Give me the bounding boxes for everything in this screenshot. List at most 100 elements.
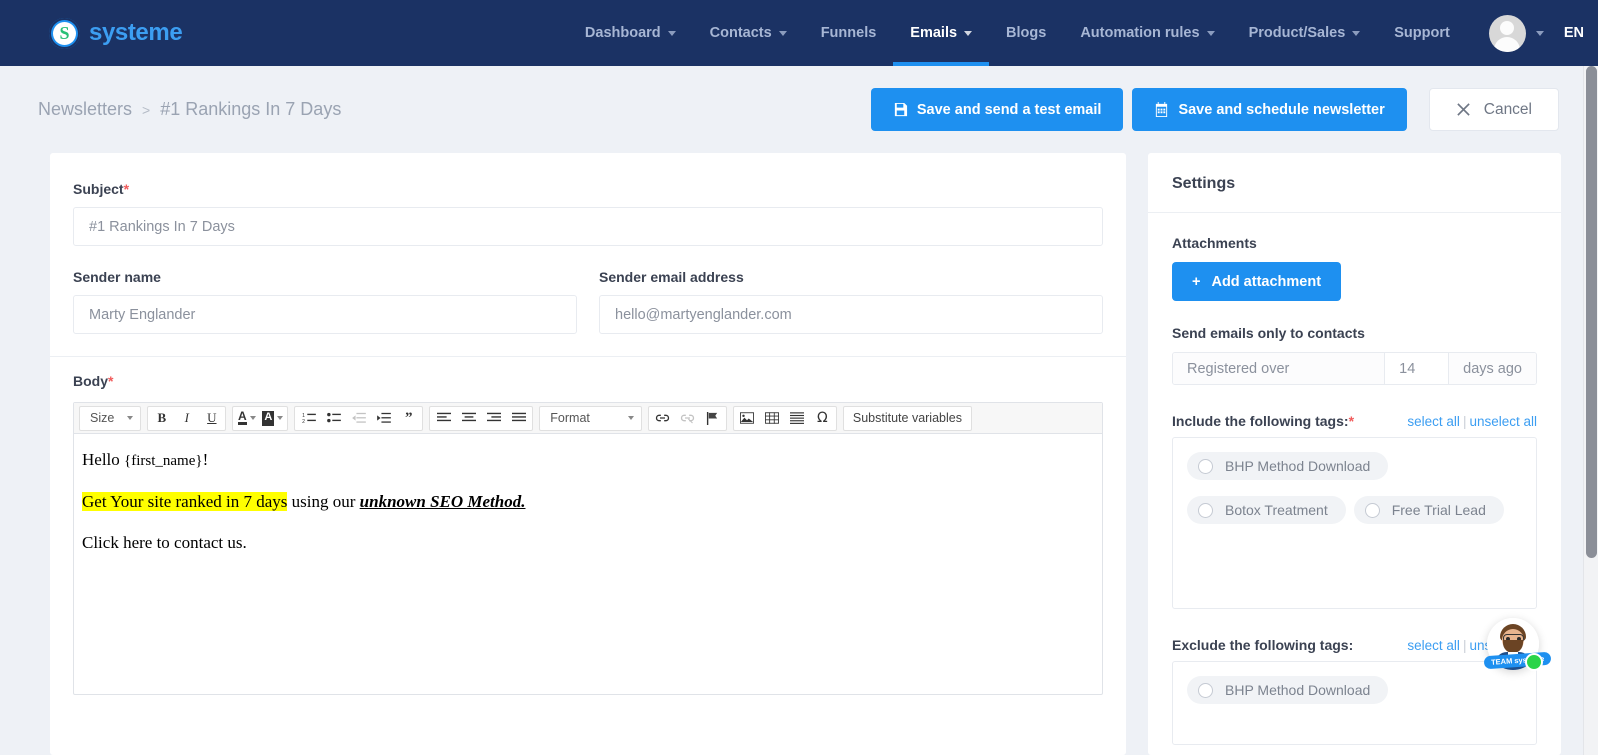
newsletter-fields: Subject* Sender name Sender email addres…	[50, 153, 1126, 695]
sender-name-input[interactable]	[73, 295, 577, 334]
italic-icon[interactable]: I	[174, 407, 199, 430]
button-label: Cancel	[1483, 100, 1532, 118]
button-label: Add attachment	[1211, 273, 1322, 290]
tag-pill[interactable]: Botox Treatment	[1187, 496, 1346, 524]
avatar[interactable]	[1488, 14, 1526, 52]
toolbar-group-substitute: Substitute variables	[842, 405, 972, 431]
radio-icon[interactable]	[1364, 502, 1380, 518]
bulleted-list-icon[interactable]	[321, 407, 346, 430]
insert-table-icon[interactable]	[760, 407, 785, 430]
chevron-down-icon	[627, 416, 634, 420]
select-all-include-link[interactable]: select all	[1407, 414, 1460, 429]
breadcrumb-parent-link[interactable]: Newsletters	[38, 99, 132, 120]
editor-content-area[interactable]: Hello {first_name}! Get Your site ranked…	[74, 434, 1102, 694]
horizontal-rule-icon[interactable]	[785, 407, 810, 430]
scrollbar-thumb[interactable]	[1586, 66, 1597, 558]
settings-title: Settings	[1148, 153, 1561, 213]
page-scrollbar[interactable]	[1583, 66, 1598, 755]
newsletter-editor-card: Subject* Sender name Sender email addres…	[50, 153, 1126, 755]
save-and-schedule-newsletter-button[interactable]: Save and schedule newsletter	[1132, 88, 1407, 131]
body-text: using our	[287, 491, 360, 511]
rich-text-editor: Size B I U A A 1 2 ” Format Ω Substitute…	[73, 402, 1103, 695]
numbered-list-icon[interactable]: 12	[296, 407, 321, 430]
cancel-button[interactable]: Cancel	[1428, 88, 1559, 131]
insert-image-icon[interactable]	[735, 407, 760, 430]
required-marker: *	[1348, 413, 1355, 429]
format-dropdown[interactable]: Format	[541, 407, 640, 430]
chevron-down-icon	[1535, 30, 1544, 36]
nav-item-contacts[interactable]: Contacts	[693, 0, 804, 66]
bold-icon[interactable]: B	[149, 407, 174, 430]
outdent-icon[interactable]	[346, 407, 371, 430]
background-color-icon[interactable]: A	[259, 407, 286, 430]
nav-item-automation-rules[interactable]: Automation rules	[1063, 0, 1231, 66]
nav-item-support[interactable]: Support	[1377, 0, 1467, 66]
tag-label: Free Trial Lead	[1391, 502, 1486, 518]
nav-item-funnels[interactable]: Funnels	[804, 0, 894, 66]
special-character-icon[interactable]: Ω	[810, 407, 835, 430]
body-label-text: Body	[73, 373, 108, 389]
nav-item-dashboard[interactable]: Dashboard	[568, 0, 693, 66]
unselect-all-include-link[interactable]: unselect all	[1469, 414, 1537, 429]
brand-name: systeme	[89, 19, 183, 46]
unlink-icon[interactable]	[675, 407, 700, 430]
tag-pill[interactable]: Free Trial Lead	[1353, 496, 1504, 524]
blockquote-icon[interactable]: ”	[396, 407, 421, 430]
calendar-icon	[1154, 102, 1169, 117]
include-tags-label-text: Include the following tags:	[1172, 413, 1349, 429]
font-size-dropdown[interactable]: Size	[81, 407, 139, 430]
subject-label: Subject*	[73, 181, 1103, 197]
sender-email-input[interactable]	[599, 295, 1103, 334]
text-color-icon[interactable]: A	[234, 407, 259, 430]
align-left-icon[interactable]	[431, 407, 456, 430]
radio-icon[interactable]	[1198, 682, 1213, 698]
sender-email-field: Sender email address	[599, 269, 1103, 334]
nav-label: Product/Sales	[1248, 25, 1346, 41]
registered-days-input[interactable]: 14	[1384, 353, 1450, 384]
send-only-label: Send emails only to contacts	[1172, 325, 1365, 341]
include-tags-section: Include the following tags:* select all |…	[1172, 413, 1537, 609]
account-menu[interactable]: EN	[1488, 14, 1598, 52]
radio-icon[interactable]	[1198, 458, 1213, 474]
tag-pill[interactable]: BHP Method Download	[1187, 676, 1389, 704]
language-selector[interactable]: EN	[1564, 25, 1584, 41]
add-attachment-button[interactable]: + Add attachment	[1172, 262, 1342, 301]
nav-label: Support	[1394, 25, 1450, 41]
sender-name-field: Sender name	[73, 269, 577, 334]
required-marker: *	[123, 181, 130, 197]
tag-label: BHP Method Download	[1225, 458, 1371, 474]
insert-link-icon[interactable]	[650, 407, 675, 430]
registered-over-select[interactable]: Registered over	[1173, 353, 1385, 384]
select-all-exclude-link[interactable]: select all	[1407, 638, 1460, 653]
chevron-down-icon	[778, 30, 787, 36]
breadcrumb-current: #1 Rankings In 7 Days	[160, 99, 342, 119]
tag-pill[interactable]: BHP Method Download	[1187, 452, 1389, 480]
substitute-variables-button[interactable]: Substitute variables	[845, 407, 970, 430]
anchor-flag-icon[interactable]	[700, 407, 725, 430]
indent-icon[interactable]	[371, 407, 396, 430]
support-chat-widget[interactable]: TEAM systeme	[1483, 618, 1552, 671]
tag-label: BHP Method Download	[1225, 682, 1371, 698]
subject-input[interactable]	[73, 207, 1103, 246]
nav-item-product-sales[interactable]: Product/Sales	[1232, 0, 1378, 66]
nav-item-blogs[interactable]: Blogs	[989, 0, 1063, 66]
greeting-text: Hello	[82, 450, 125, 469]
include-tags-links: select all | unselect all	[1407, 414, 1537, 429]
editor-line-3: Click here to contact us.	[82, 533, 247, 553]
radio-icon[interactable]	[1198, 502, 1213, 518]
align-right-icon[interactable]	[481, 407, 506, 430]
tag-label: Botox Treatment	[1225, 502, 1328, 518]
underline-icon[interactable]: U	[199, 407, 224, 430]
nav-label: Blogs	[1006, 25, 1047, 41]
save-and-send-test-email-button[interactable]: Save and send a test email	[870, 88, 1124, 131]
systeme-logo-icon: S	[49, 17, 80, 49]
nav-label: Dashboard	[584, 25, 661, 41]
brand-logo[interactable]: S systeme	[49, 17, 183, 49]
nav-item-emails[interactable]: Emails	[893, 0, 989, 66]
days-ago-label: days ago	[1449, 353, 1536, 384]
align-justify-icon[interactable]	[506, 407, 531, 430]
nav-label: Emails	[910, 25, 958, 41]
include-tags-label: Include the following tags:*	[1172, 413, 1354, 429]
align-center-icon[interactable]	[456, 407, 481, 430]
nav-label: Contacts	[709, 25, 772, 41]
